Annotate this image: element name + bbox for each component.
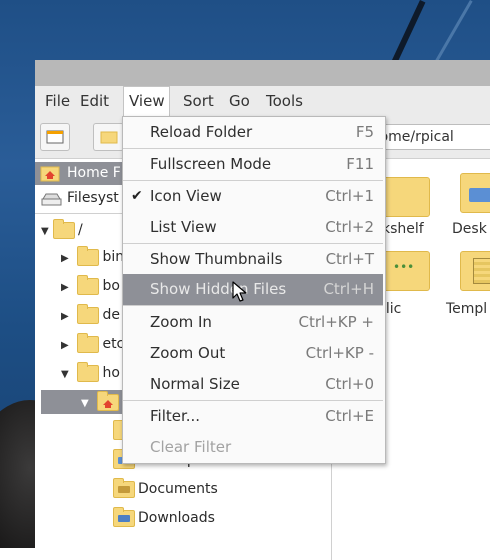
menu-view[interactable]: View (123, 86, 170, 116)
menu-item-zoom-in[interactable]: Zoom In Ctrl+KP + (123, 307, 383, 338)
item-label: Desk (452, 221, 487, 237)
menu-sort[interactable]: Sort (178, 86, 219, 116)
menu-item-show-hidden-files[interactable]: Show Hidden Files Ctrl+H (123, 274, 383, 305)
chevron-right-icon[interactable]: ▶ (61, 334, 73, 358)
tree-root[interactable]: ▼ / (41, 218, 83, 242)
menu-item-show-thumbnails[interactable]: Show Thumbnails Ctrl+T (123, 244, 383, 275)
drive-icon (41, 193, 62, 206)
tree-item-downloads[interactable]: Downloads (113, 506, 215, 530)
home-icon (40, 166, 60, 182)
menu-item-icon-view[interactable]: ✔ Icon View Ctrl+1 (123, 181, 383, 212)
tree-item-documents[interactable]: Documents (113, 477, 218, 501)
wallpaper-streak (435, 0, 473, 63)
menu-item-normal-size[interactable]: Normal Size Ctrl+0 (123, 369, 383, 400)
tree-item-label: bin (102, 249, 125, 265)
menu-go[interactable]: Go (224, 86, 255, 116)
tree-item-boot[interactable]: ▶ bo (61, 274, 120, 298)
menu-item-filter[interactable]: Filter... Ctrl+E (123, 401, 383, 432)
mouse-cursor-icon (232, 281, 247, 302)
desktop-folder-icon[interactable] (460, 173, 490, 213)
view-menu-dropdown: Reload Folder F5 Fullscreen Mode F11 ✔ Icon… (122, 116, 386, 464)
check-icon: ✔ (131, 188, 143, 204)
folder-icon (77, 303, 100, 324)
chevron-down-icon[interactable]: ▼ (81, 392, 93, 416)
public-folder-icon[interactable]: ••• (382, 251, 430, 291)
bookshelf-folder-icon[interactable] (382, 177, 430, 217)
downloads-folder-icon (113, 506, 135, 527)
tree-item-label: Documents (138, 481, 218, 497)
tree-root-label: / (78, 222, 83, 238)
menu-item-fullscreen-mode[interactable]: Fullscreen Mode F11 (123, 149, 383, 180)
place-filesystem-label: Filesyst (67, 190, 119, 206)
folder-icon (77, 274, 100, 295)
folder-icon (77, 361, 100, 382)
menu-item-zoom-out[interactable]: Zoom Out Ctrl+KP - (123, 338, 383, 369)
place-home-label: Home F (67, 165, 121, 181)
tree-item-etc[interactable]: ▶ etc (61, 332, 124, 356)
tree-item-bin[interactable]: ▶ bin (61, 245, 124, 269)
chevron-down-icon[interactable]: ▼ (41, 220, 53, 244)
chevron-right-icon[interactable]: ▶ (61, 276, 73, 300)
tree-item-label: de (102, 307, 120, 323)
home-folder-icon (97, 390, 120, 411)
templates-folder-icon[interactable] (460, 251, 490, 291)
home-icon (103, 399, 114, 408)
chevron-right-icon[interactable]: ▶ (61, 305, 73, 329)
tree-item-label: etc (102, 336, 125, 352)
menu-separator (123, 305, 383, 306)
folder-icon (77, 245, 100, 266)
window-icon (46, 130, 64, 144)
chevron-right-icon[interactable]: ▶ (61, 247, 73, 271)
menu-item-clear-filter: Clear Filter (150, 438, 232, 456)
new-folder-button[interactable] (93, 123, 124, 151)
new-window-button[interactable] (40, 123, 70, 151)
tree-item-label: bo (102, 278, 120, 294)
item-label: kshelf (382, 221, 424, 237)
menu-item-reload-folder[interactable]: Reload Folder F5 (123, 117, 383, 148)
tree-item-label: Downloads (138, 510, 215, 526)
folder-icon (77, 332, 100, 353)
tree-item-label: ho (102, 365, 120, 381)
menu-edit[interactable]: Edit (75, 86, 114, 116)
chevron-down-icon[interactable]: ▼ (61, 363, 73, 387)
tree-item-dev[interactable]: ▶ de (61, 303, 120, 327)
title-bar[interactable] (35, 60, 490, 86)
folder-icon (53, 218, 75, 239)
folder-new-icon (100, 131, 118, 144)
menu-file[interactable]: File (40, 86, 75, 116)
item-label: Templ (446, 301, 488, 317)
menu-item-list-view[interactable]: List View Ctrl+2 (123, 212, 383, 243)
tree-item-home[interactable]: ▼ ho (61, 361, 120, 385)
menu-bar: File Edit View Sort Go Tools (35, 86, 490, 116)
menu-tools[interactable]: Tools (261, 86, 308, 116)
documents-folder-icon (113, 477, 135, 498)
